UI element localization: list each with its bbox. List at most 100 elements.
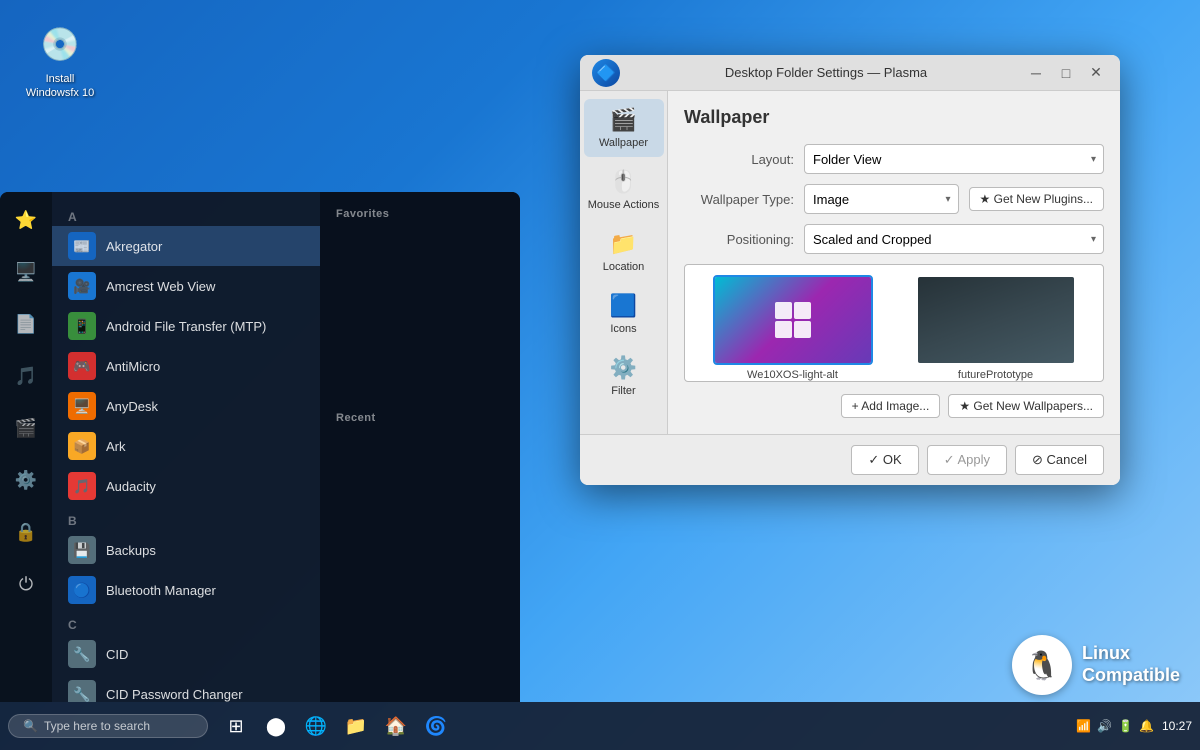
start-menu-content: A 📰 Akregator 🎥 Amcrest Web View 📱 Andro…: [52, 192, 320, 702]
desktop: 💿 Install Windowsfx 10 ⭐ 🖥️ 📄 🎵 🎬 ⚙️ 🔒 ⏻…: [0, 0, 1200, 750]
wallpaper-sidebar-icon: 🎬: [610, 107, 637, 133]
apps-list: A 📰 Akregator 🎥 Amcrest Web View 📱 Andro…: [52, 192, 320, 702]
sidebar-item-icons[interactable]: 🟦 Icons: [584, 285, 664, 343]
notification-icon[interactable]: 🔔: [1139, 719, 1154, 733]
app-bluetooth[interactable]: 🔵 Bluetooth Manager: [52, 570, 320, 610]
install-icon-label: Install Windowsfx 10: [20, 72, 100, 101]
app-amcrest-label: Amcrest Web View: [106, 279, 215, 294]
dialog-main: Wallpaper Layout: Folder View ▾ Wallpape…: [668, 91, 1120, 434]
install-icon[interactable]: 💿 Install Windowsfx 10: [20, 20, 100, 101]
cid-icon: 🔧: [68, 640, 96, 668]
get-plugins-button[interactable]: ★ Get New Plugins...: [969, 187, 1104, 211]
app-cid[interactable]: 🔧 CID: [52, 634, 320, 674]
sidebar-item-wallpaper[interactable]: 🎬 Wallpaper: [584, 99, 664, 157]
anydesk-icon: 🖥️: [68, 392, 96, 420]
app-audacity-label: Audacity: [106, 479, 156, 494]
dialog-minimize-button[interactable]: ─: [1024, 61, 1048, 85]
app-antimicro-label: AntiMicro: [106, 359, 160, 374]
sidebar-item-mouse-actions[interactable]: 🖱️ Mouse Actions: [584, 161, 664, 219]
layout-label: Layout:: [684, 152, 794, 167]
backups-icon: 💾: [68, 536, 96, 564]
app-ark[interactable]: 📦 Ark: [52, 426, 320, 466]
wallpaper-grid: We10XOS-light-alt futurePrototype: [685, 265, 1103, 381]
network-icon[interactable]: 📶: [1076, 719, 1091, 733]
app-anydesk[interactable]: 🖥️ AnyDesk: [52, 386, 320, 426]
linux-text-line1: Linux: [1082, 643, 1180, 665]
sidebar-location-label: Location: [603, 261, 645, 273]
volume-icon[interactable]: 🔊: [1097, 719, 1112, 733]
sidebar-icon-docs[interactable]: 📄: [8, 306, 44, 342]
linux-logo-text: Linux Compatible: [1082, 643, 1180, 686]
get-new-wallpapers-button[interactable]: ★ Get New Wallpapers...: [948, 394, 1104, 418]
positioning-row: Positioning: Scaled and Cropped ▾: [684, 224, 1104, 254]
letter-c: C: [52, 610, 320, 634]
sidebar-icon-settings[interactable]: ⚙️: [8, 462, 44, 498]
amcrest-icon: 🎥: [68, 272, 96, 300]
dialog-section-title: Wallpaper: [684, 107, 1104, 128]
dialog-sidebar: 🎬 Wallpaper 🖱️ Mouse Actions 📁 Location …: [580, 91, 668, 434]
wallpaper-type-select-wrapper[interactable]: Image ▾: [804, 184, 959, 214]
app-cid-label: CID: [106, 647, 128, 662]
taskbar-icon-edge[interactable]: 🌐: [300, 710, 332, 742]
app-antimicro[interactable]: 🎮 AntiMicro: [52, 346, 320, 386]
dialog-maximize-button[interactable]: □: [1054, 61, 1078, 85]
app-amcrest[interactable]: 🎥 Amcrest Web View: [52, 266, 320, 306]
sidebar-item-filter[interactable]: ⚙️ Filter: [584, 347, 664, 405]
taskbar-icon-files[interactable]: 📁: [340, 710, 372, 742]
filter-sidebar-icon: ⚙️: [610, 355, 637, 381]
apply-button[interactable]: ✓ Apply: [927, 445, 1007, 475]
app-audacity[interactable]: 🎵 Audacity: [52, 466, 320, 506]
battery-icon[interactable]: 🔋: [1118, 719, 1133, 733]
app-cid-password[interactable]: 🔧 CID Password Changer: [52, 674, 320, 702]
wallpaper-grid-container: We10XOS-light-alt futurePrototype: [684, 264, 1104, 382]
taskbar-search-text: Type here to search: [44, 719, 150, 733]
ok-button[interactable]: ✓ OK: [851, 445, 918, 475]
sidebar-icon-lock[interactable]: 🔒: [8, 514, 44, 550]
wallpaper-thumb-2[interactable]: futurePrototype: [898, 275, 1093, 381]
app-bluetooth-label: Bluetooth Manager: [106, 583, 216, 598]
taskbar-icon-start[interactable]: ⬤: [260, 710, 292, 742]
sidebar-icon-video[interactable]: 🎬: [8, 410, 44, 446]
add-image-button[interactable]: + Add Image...: [841, 394, 941, 418]
letter-a: A: [52, 202, 320, 226]
layout-select[interactable]: Folder View: [804, 144, 1104, 174]
sidebar-wallpaper-label: Wallpaper: [599, 137, 648, 149]
antimicro-icon: 🎮: [68, 352, 96, 380]
dialog-close-button[interactable]: ✕: [1084, 61, 1108, 85]
search-icon: 🔍: [23, 719, 38, 733]
wallpaper-type-select[interactable]: Image: [804, 184, 959, 214]
icons-sidebar-icon: 🟦: [610, 293, 637, 319]
dialog-title: Desktop Folder Settings — Plasma: [628, 65, 1024, 80]
positioning-select-wrapper[interactable]: Scaled and Cropped ▾: [804, 224, 1104, 254]
app-ark-label: Ark: [106, 439, 126, 454]
taskbar-icon-plasma[interactable]: 🌀: [420, 710, 452, 742]
app-akregator[interactable]: 📰 Akregator: [52, 226, 320, 266]
recent-title: Recent: [320, 406, 520, 430]
sidebar-item-location[interactable]: 📁 Location: [584, 223, 664, 281]
linux-compatible-logo: 🐧 Linux Compatible: [1012, 635, 1180, 695]
taskbar-app-icons: ⊞ ⬤ 🌐 📁 🏠 🌀: [220, 710, 452, 742]
start-menu-sidebar: ⭐ 🖥️ 📄 🎵 🎬 ⚙️ 🔒 ⏻: [0, 192, 52, 702]
cancel-button[interactable]: ⊘ Cancel: [1015, 445, 1104, 475]
sidebar-icon-music[interactable]: 🎵: [8, 358, 44, 394]
layout-select-wrapper[interactable]: Folder View ▾: [804, 144, 1104, 174]
taskbar-icon-store[interactable]: 🏠: [380, 710, 412, 742]
taskbar: 🔍 Type here to search ⊞ ⬤ 🌐 📁 🏠 🌀 📶 🔊 🔋 …: [0, 702, 1200, 750]
akregator-icon: 📰: [68, 232, 96, 260]
start-menu: ⭐ 🖥️ 📄 🎵 🎬 ⚙️ 🔒 ⏻ A 📰 Akregator 🎥 Amcres…: [0, 192, 520, 702]
sidebar-icon-home[interactable]: ⭐: [8, 202, 44, 238]
taskbar-search[interactable]: 🔍 Type here to search: [8, 714, 208, 738]
wallpaper-label-1: We10XOS-light-alt: [747, 369, 838, 381]
sidebar-icon-power[interactable]: ⏻: [8, 566, 44, 602]
install-disc-icon: 💿: [36, 20, 84, 68]
app-cid-password-label: CID Password Changer: [106, 687, 243, 702]
dialog-desktop-folder-settings: 🔷 Desktop Folder Settings — Plasma ─ □ ✕…: [580, 55, 1120, 485]
sidebar-icon-apps[interactable]: 🖥️: [8, 254, 44, 290]
dialog-titlebar: 🔷 Desktop Folder Settings — Plasma ─ □ ✕: [580, 55, 1120, 91]
taskbar-icon-windows[interactable]: ⊞: [220, 710, 252, 742]
app-android-transfer[interactable]: 📱 Android File Transfer (MTP): [52, 306, 320, 346]
wallpaper-thumb-1[interactable]: We10XOS-light-alt: [695, 275, 890, 381]
mouse-sidebar-icon: 🖱️: [610, 169, 637, 195]
positioning-select[interactable]: Scaled and Cropped: [804, 224, 1104, 254]
app-backups[interactable]: 💾 Backups: [52, 530, 320, 570]
